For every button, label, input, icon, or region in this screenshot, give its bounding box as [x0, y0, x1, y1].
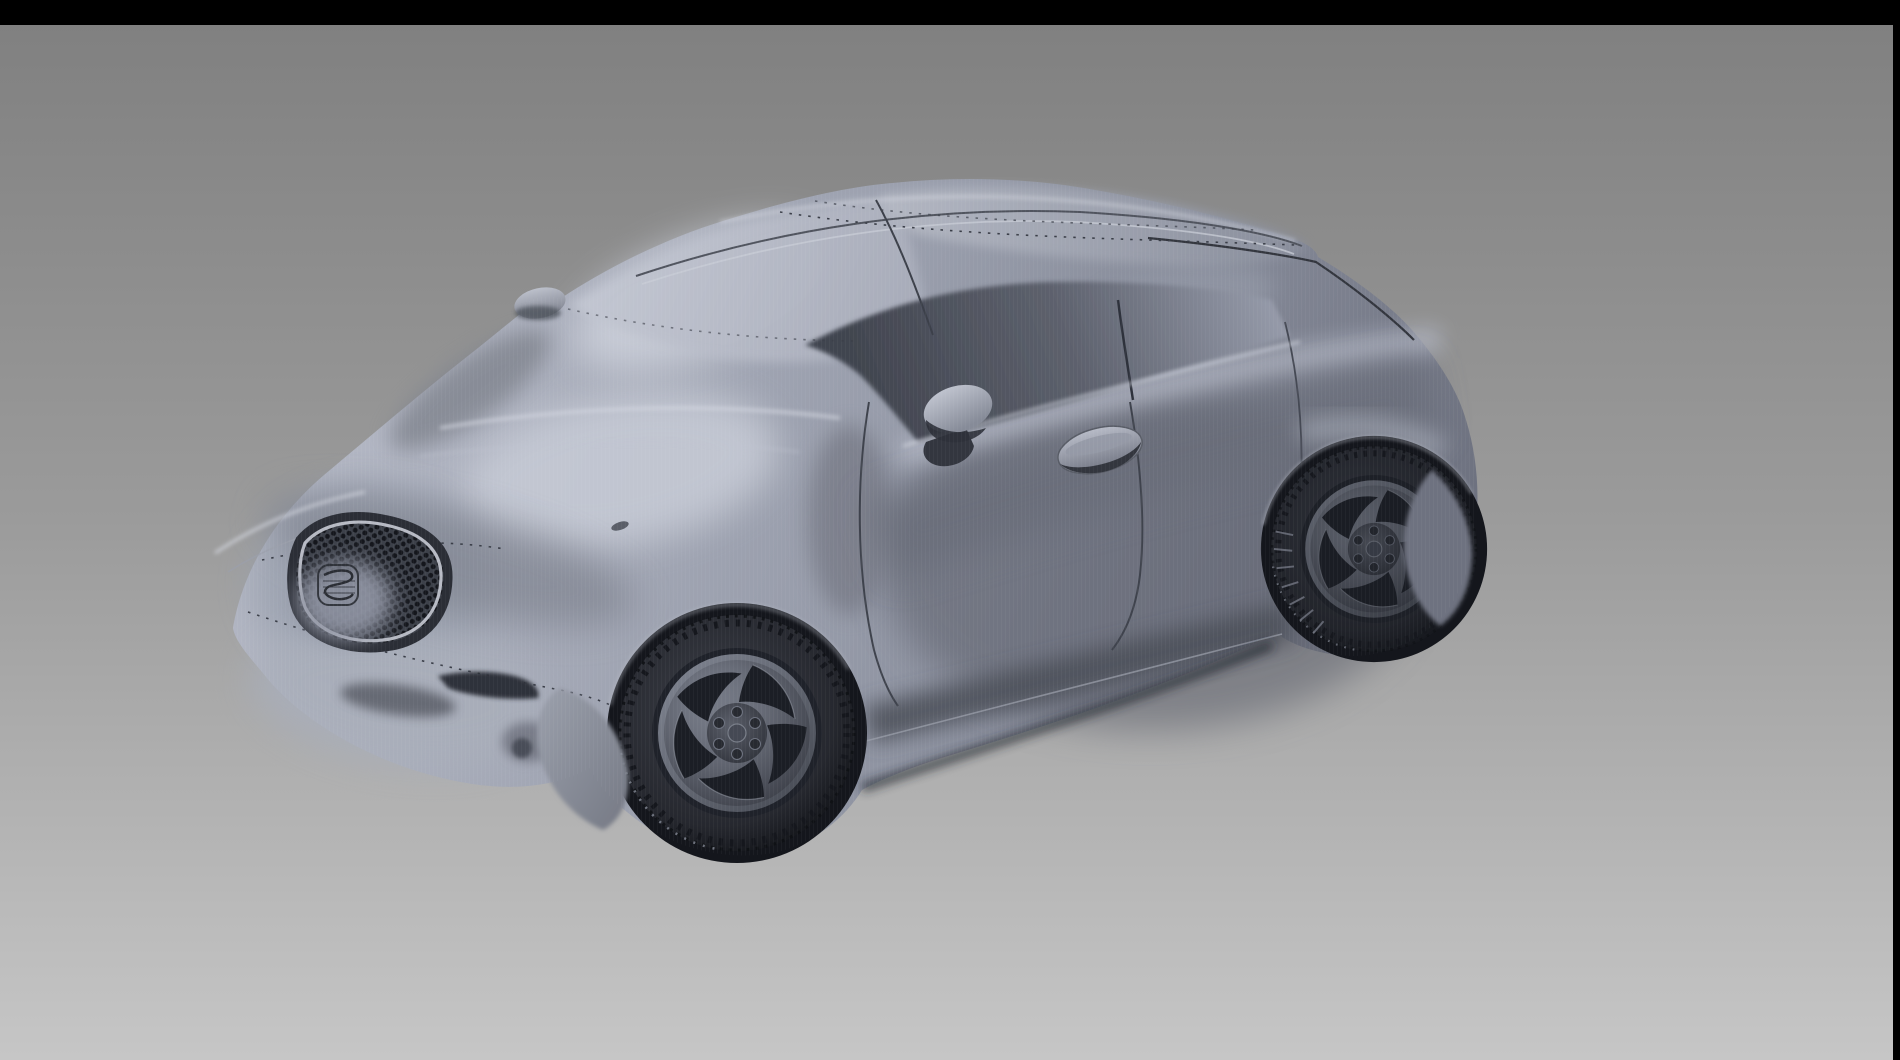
viewport-canvas[interactable]	[0, 0, 1900, 1060]
right-letterbox-bar	[1893, 0, 1900, 1060]
render-streaks	[233, 179, 1478, 856]
render-viewport[interactable]	[0, 0, 1900, 1060]
top-letterbox-bar	[0, 0, 1900, 25]
car-model	[215, 179, 1487, 863]
